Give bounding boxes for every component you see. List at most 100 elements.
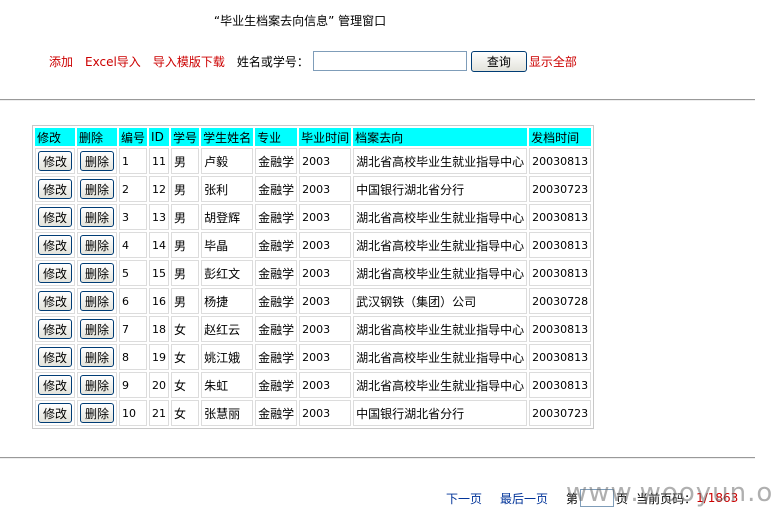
cell-send-date: 20030728 <box>529 288 592 314</box>
cell-send-date: 20030813 <box>529 260 592 286</box>
cell-id: 18 <box>149 316 170 342</box>
cell-grad-year: 2003 <box>299 232 352 258</box>
cell-student-no: 男 <box>171 176 200 202</box>
cell-grad-year: 2003 <box>299 344 352 370</box>
show-all-link[interactable]: 显示全部 <box>529 53 577 70</box>
cell-student-no: 女 <box>171 316 200 342</box>
cell-destination: 湖北省高校毕业生就业指导中心 <box>353 204 528 230</box>
excel-import-link[interactable]: Excel导入 <box>85 53 141 70</box>
delete-button[interactable]: 删除 <box>80 319 115 339</box>
edit-button[interactable]: 修改 <box>38 319 73 339</box>
cell-destination: 湖北省高校毕业生就业指导中心 <box>353 232 528 258</box>
delete-button[interactable]: 删除 <box>80 179 115 199</box>
delete-button[interactable]: 删除 <box>80 151 115 171</box>
cell-delete: 删除 <box>77 344 118 370</box>
cell-send-date: 20030813 <box>529 232 592 258</box>
table-header-row: 修改 删除 编号 ID 学号 学生姓名 专业 毕业时间 档案去向 发档时间 <box>35 128 592 146</box>
header-delete: 删除 <box>77 128 118 146</box>
last-page-link[interactable]: 最后一页 <box>500 490 548 507</box>
cell-send-date: 20030723 <box>529 400 592 426</box>
cell-number: 4 <box>119 232 148 258</box>
cell-send-date: 20030813 <box>529 344 592 370</box>
edit-button[interactable]: 修改 <box>38 179 73 199</box>
edit-button[interactable]: 修改 <box>38 375 73 395</box>
cell-major: 金融学 <box>255 400 298 426</box>
cell-student-no: 女 <box>171 400 200 426</box>
header-student-no: 学号 <box>171 128 200 146</box>
cell-send-date: 20030813 <box>529 372 592 398</box>
cell-number: 1 <box>119 148 148 174</box>
cell-destination: 湖北省高校毕业生就业指导中心 <box>353 372 528 398</box>
cell-major: 金融学 <box>255 260 298 286</box>
delete-button[interactable]: 删除 <box>80 207 115 227</box>
edit-button[interactable]: 修改 <box>38 403 73 423</box>
cell-major: 金融学 <box>255 344 298 370</box>
delete-button[interactable]: 删除 <box>80 347 115 367</box>
header-id: ID <box>149 128 170 146</box>
cell-student-name: 张慧丽 <box>201 400 254 426</box>
cell-edit: 修改 <box>35 288 76 314</box>
add-link[interactable]: 添加 <box>49 53 73 70</box>
cell-student-name: 毕晶 <box>201 232 254 258</box>
table-row: 修改 删除 3 13 男胡登辉 金融学 2003 湖北省高校毕业生就业指导中心 20030813 <box>35 204 592 230</box>
cell-id: 15 <box>149 260 170 286</box>
edit-button[interactable]: 修改 <box>38 207 73 227</box>
cell-major: 金融学 <box>255 176 298 202</box>
delete-button[interactable]: 删除 <box>80 403 115 423</box>
cell-edit: 修改 <box>35 344 76 370</box>
table-row: 修改 删除 10 21 女张慧丽 金融学 2003 中国银行湖北省分行 20030723 <box>35 400 592 426</box>
cell-number: 7 <box>119 316 148 342</box>
header-number: 编号 <box>119 128 148 146</box>
cell-student-no: 男 <box>171 260 200 286</box>
header-edit: 修改 <box>35 128 76 146</box>
cell-destination: 湖北省高校毕业生就业指导中心 <box>353 260 528 286</box>
bottom-divider <box>0 457 755 459</box>
cell-edit: 修改 <box>35 400 76 426</box>
cell-number: 10 <box>119 400 148 426</box>
next-page-link[interactable]: 下一页 <box>446 490 482 507</box>
search-input[interactable] <box>312 51 467 71</box>
cell-student-no: 女 <box>171 344 200 370</box>
template-download-link[interactable]: 导入模版下载 <box>153 53 225 70</box>
cell-delete: 删除 <box>77 288 118 314</box>
cell-delete: 删除 <box>77 316 118 342</box>
delete-button[interactable]: 删除 <box>80 291 115 311</box>
cell-grad-year: 2003 <box>299 372 352 398</box>
cell-student-no: 男 <box>171 288 200 314</box>
edit-button[interactable]: 修改 <box>38 347 73 367</box>
cell-number: 2 <box>119 176 148 202</box>
cell-student-no: 男 <box>171 204 200 230</box>
table-row: 修改 删除 7 18 女赵红云 金融学 2003 湖北省高校毕业生就业指导中心 20030813 <box>35 316 592 342</box>
delete-button[interactable]: 删除 <box>80 263 115 283</box>
cell-delete: 删除 <box>77 232 118 258</box>
edit-button[interactable]: 修改 <box>38 235 73 255</box>
header-send-date: 发档时间 <box>529 128 592 146</box>
delete-button[interactable]: 删除 <box>80 375 115 395</box>
cell-destination: 中国银行湖北省分行 <box>353 176 528 202</box>
cell-delete: 删除 <box>77 204 118 230</box>
cell-delete: 删除 <box>77 400 118 426</box>
edit-button[interactable]: 修改 <box>38 291 73 311</box>
cell-id: 12 <box>149 176 170 202</box>
cell-grad-year: 2003 <box>299 400 352 426</box>
cell-number: 6 <box>119 288 148 314</box>
cell-send-date: 20030813 <box>529 148 592 174</box>
cell-id: 19 <box>149 344 170 370</box>
cell-grad-year: 2003 <box>299 176 352 202</box>
cell-student-name: 赵红云 <box>201 316 254 342</box>
cell-id: 14 <box>149 232 170 258</box>
table-row: 修改 删除 8 19 女姚江娥 金融学 2003 湖北省高校毕业生就业指导中心 20030813 <box>35 344 592 370</box>
cell-major: 金融学 <box>255 204 298 230</box>
cell-major: 金融学 <box>255 148 298 174</box>
cell-id: 13 <box>149 204 170 230</box>
header-major: 专业 <box>255 128 298 146</box>
edit-button[interactable]: 修改 <box>38 263 73 283</box>
edit-button[interactable]: 修改 <box>38 151 73 171</box>
toolbar: 添加 Excel导入 导入模版下载 姓名或学号： 查询 显示全部 <box>49 50 577 72</box>
query-button[interactable]: 查询 <box>470 50 527 72</box>
delete-button[interactable]: 删除 <box>80 235 115 255</box>
cell-destination: 湖北省高校毕业生就业指导中心 <box>353 316 528 342</box>
cell-grad-year: 2003 <box>299 316 352 342</box>
cell-student-name: 张利 <box>201 176 254 202</box>
cell-grad-year: 2003 <box>299 148 352 174</box>
